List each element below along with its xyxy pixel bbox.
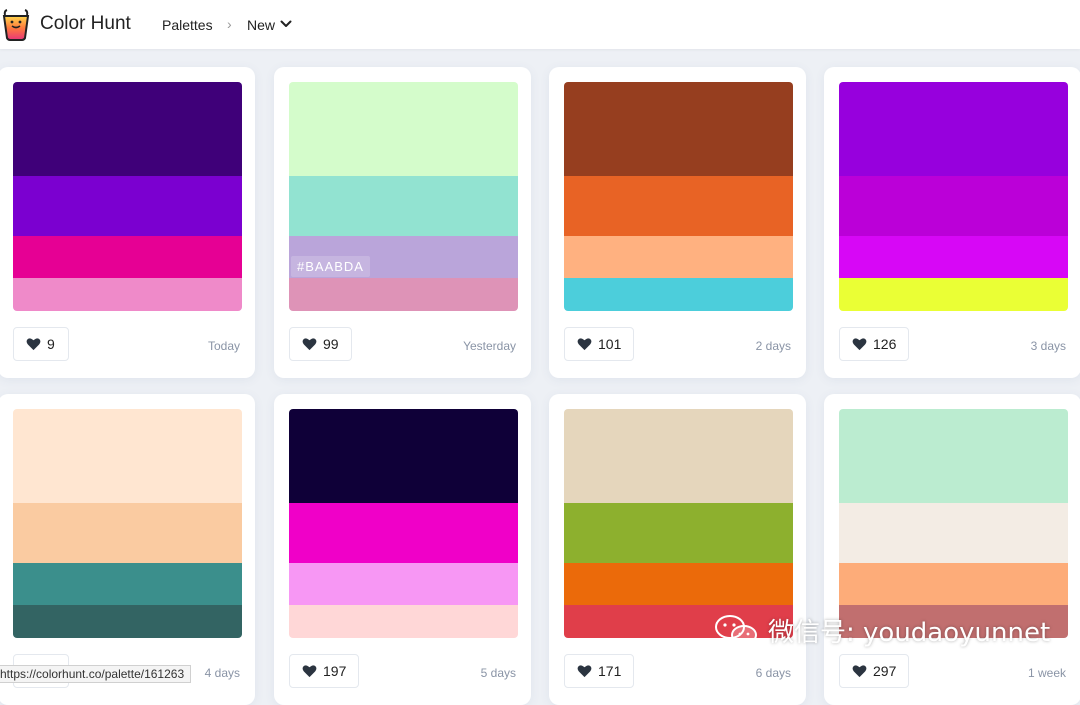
like-button[interactable]: 101 — [564, 327, 635, 361]
like-count: 171 — [598, 663, 622, 679]
palette-card: 4 days — [0, 394, 255, 705]
brand-name[interactable]: Color Hunt — [40, 13, 131, 35]
color-swatch[interactable] — [289, 176, 518, 236]
color-swatch[interactable] — [564, 176, 793, 236]
like-button[interactable]: 297 — [839, 654, 910, 688]
wechat-icon — [715, 615, 757, 645]
like-button[interactable]: 126 — [839, 327, 910, 361]
palette-card: 101 2 days — [549, 67, 806, 378]
like-count: 126 — [873, 336, 897, 352]
palette-date: Today — [207, 339, 240, 353]
palette-swatches[interactable] — [839, 82, 1068, 311]
like-button[interactable]: 197 — [289, 654, 360, 688]
like-count: 101 — [598, 336, 622, 352]
nav-palettes-link[interactable]: Palettes — [162, 17, 213, 33]
color-swatch[interactable] — [13, 563, 242, 605]
palette-date: 6 days — [755, 666, 791, 680]
color-swatch[interactable] — [839, 236, 1068, 278]
palette-date: 2 days — [755, 339, 791, 353]
heart-icon — [302, 338, 317, 351]
color-swatch[interactable] — [564, 409, 793, 503]
color-swatch[interactable] — [839, 409, 1068, 503]
palette-swatches[interactable] — [289, 409, 518, 638]
chevron-down-icon[interactable] — [280, 19, 292, 29]
nav-new-dropdown[interactable]: New — [247, 17, 275, 33]
color-swatch[interactable] — [839, 503, 1068, 563]
color-swatch[interactable] — [839, 278, 1068, 311]
color-swatch[interactable] — [564, 503, 793, 563]
palette-swatches[interactable] — [13, 82, 242, 311]
like-count: 197 — [323, 663, 347, 679]
color-swatch[interactable] — [13, 503, 242, 563]
color-swatch[interactable] — [289, 409, 518, 503]
color-swatch[interactable] — [289, 82, 518, 176]
color-swatch[interactable] — [564, 236, 793, 278]
color-swatch[interactable] — [564, 563, 793, 605]
color-swatch[interactable] — [289, 278, 518, 311]
color-swatch[interactable] — [839, 563, 1068, 605]
palette-card: 297 1 week — [824, 394, 1080, 705]
watermark-text: 微信号: youdaoyunnet — [768, 617, 1051, 648]
palette-date: 1 week — [1027, 666, 1066, 680]
color-swatch[interactable] — [839, 82, 1068, 176]
palette-swatches[interactable]: #BAABDA — [289, 82, 518, 311]
heart-icon — [26, 338, 41, 351]
heart-icon — [577, 665, 592, 678]
palette-swatches[interactable] — [13, 409, 242, 638]
link-status-bar: https://colorhunt.co/palette/161263 — [0, 665, 192, 683]
color-swatch[interactable] — [289, 605, 518, 638]
palette-date: 3 days — [1030, 339, 1066, 353]
color-swatch[interactable] — [13, 278, 242, 311]
color-swatch[interactable] — [564, 278, 793, 311]
palette-card: 9 Today — [0, 67, 255, 378]
color-swatch[interactable] — [564, 82, 793, 176]
palette-date: 5 days — [480, 666, 516, 680]
color-swatch[interactable] — [289, 503, 518, 563]
color-swatch[interactable] — [839, 176, 1068, 236]
palette-date: Yesterday — [463, 339, 516, 353]
palette-card: 126 3 days — [824, 67, 1080, 378]
palette-card: #BAABDA 99 Yesterday — [274, 67, 531, 378]
breadcrumb-separator: › — [227, 16, 232, 32]
like-button[interactable]: 99 — [289, 327, 352, 361]
like-button[interactable]: 171 — [564, 654, 635, 688]
color-swatch[interactable] — [13, 82, 242, 176]
color-swatch[interactable] — [13, 236, 242, 278]
palette-card: 197 5 days — [274, 394, 531, 705]
color-swatch[interactable] — [289, 563, 518, 605]
color-swatch[interactable] — [13, 409, 242, 503]
like-count: 99 — [323, 336, 339, 352]
color-swatch[interactable]: #BAABDA — [289, 236, 518, 278]
color-hex-label[interactable]: #BAABDA — [291, 256, 370, 277]
heart-icon — [302, 665, 317, 678]
like-button[interactable]: 9 — [13, 327, 69, 361]
wechat-watermark: 微信号: youdaoyunnet — [712, 612, 1050, 648]
color-swatch[interactable] — [13, 605, 242, 638]
palette-swatches[interactable] — [564, 409, 793, 638]
like-count: 297 — [873, 663, 897, 679]
top-navigation-bar: Color Hunt Palettes › New — [0, 0, 1080, 49]
palette-swatches[interactable] — [839, 409, 1068, 638]
color-swatch[interactable] — [13, 176, 242, 236]
palette-grid: 9 Today #BAABDA 99 Yesterday 101 2 days 126 3 da… — [0, 0, 1080, 705]
like-count: 9 — [47, 336, 55, 352]
palette-card: 171 6 days — [549, 394, 806, 705]
heart-icon — [852, 338, 867, 351]
heart-icon — [577, 338, 592, 351]
palette-swatches[interactable] — [564, 82, 793, 311]
heart-icon — [852, 665, 867, 678]
palette-date: 4 days — [204, 666, 240, 680]
paint-cup-logo-icon[interactable] — [2, 9, 30, 41]
